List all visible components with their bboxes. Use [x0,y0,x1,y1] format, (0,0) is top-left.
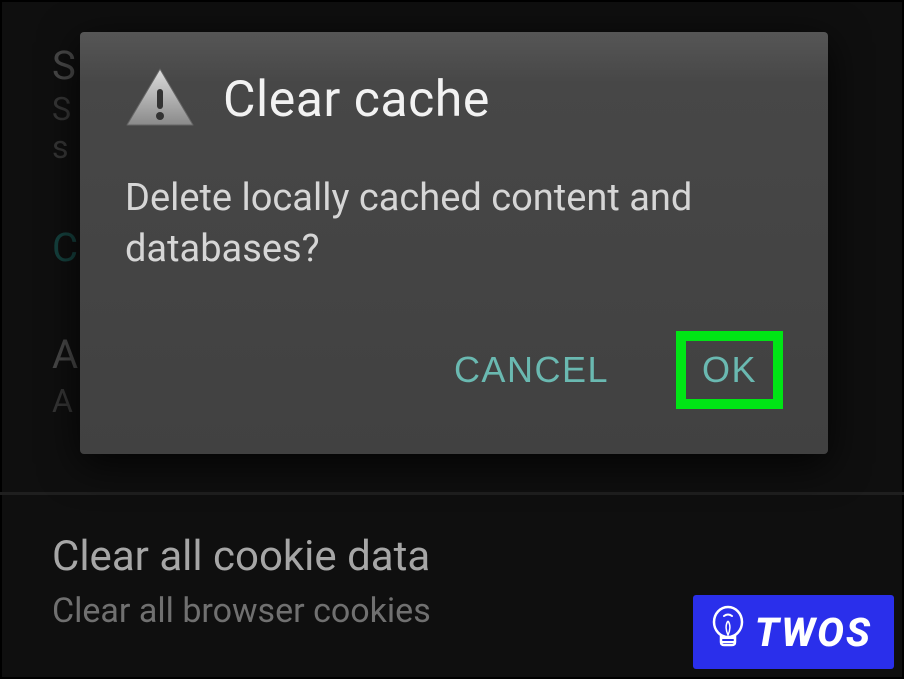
ok-button[interactable]: OK [688,343,771,397]
badge-text: TWOS [755,609,872,656]
dialog-title: Clear cache [223,71,490,129]
lightbulb-icon [707,605,749,659]
clear-cookie-title: Clear all cookie data [52,530,852,585]
dialog-header: Clear cache [125,67,783,133]
warning-triangle-icon [125,67,195,133]
twos-watermark-badge: TWOS [693,595,894,669]
ok-button-highlight: OK [676,331,783,409]
dialog-actions: CANCEL OK [125,331,783,409]
cancel-button[interactable]: CANCEL [442,339,621,401]
dialog-message: Delete locally cached content and databa… [125,173,783,276]
clear-cache-dialog: Clear cache Delete locally cached conten… [80,32,828,454]
